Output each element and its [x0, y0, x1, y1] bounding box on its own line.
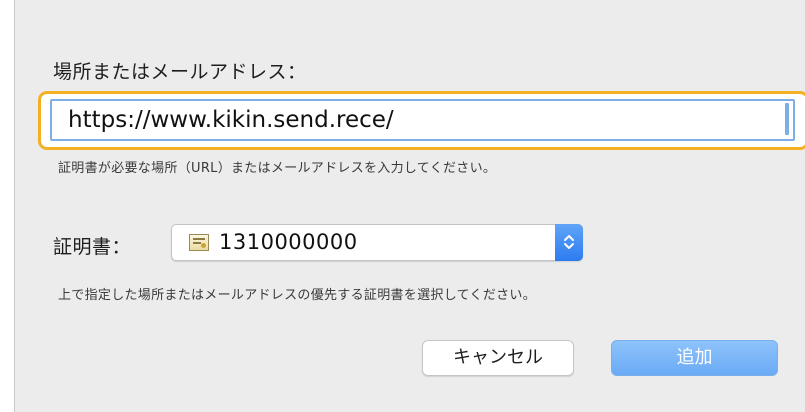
certificate-icon: [189, 234, 209, 251]
location-input[interactable]: https://www.kikin.send.rece/: [50, 99, 795, 141]
location-field-focus-ring: https://www.kikin.send.rece/: [38, 91, 805, 150]
certificate-hint: 上で指定した場所またはメールアドレスの優先する証明書を選択してください。: [58, 288, 537, 303]
add-button[interactable]: 追加: [611, 340, 778, 376]
text-cursor: [785, 103, 789, 135]
certificate-label: 証明書：: [53, 236, 132, 258]
add-certificate-preference-dialog: 場所またはメールアドレス： https://www.kikin.send.rec…: [14, 0, 805, 412]
cancel-button[interactable]: キャンセル: [422, 340, 574, 376]
up-down-chevron-icon[interactable]: [555, 224, 583, 261]
location-hint: 証明書が必要な場所（URL）またはメールアドレスを入力してください。: [58, 161, 497, 176]
certificate-selected-value: 1310000000: [219, 230, 358, 254]
certificate-select[interactable]: 1310000000: [171, 224, 583, 261]
location-label: 場所またはメールアドレス：: [53, 61, 307, 83]
